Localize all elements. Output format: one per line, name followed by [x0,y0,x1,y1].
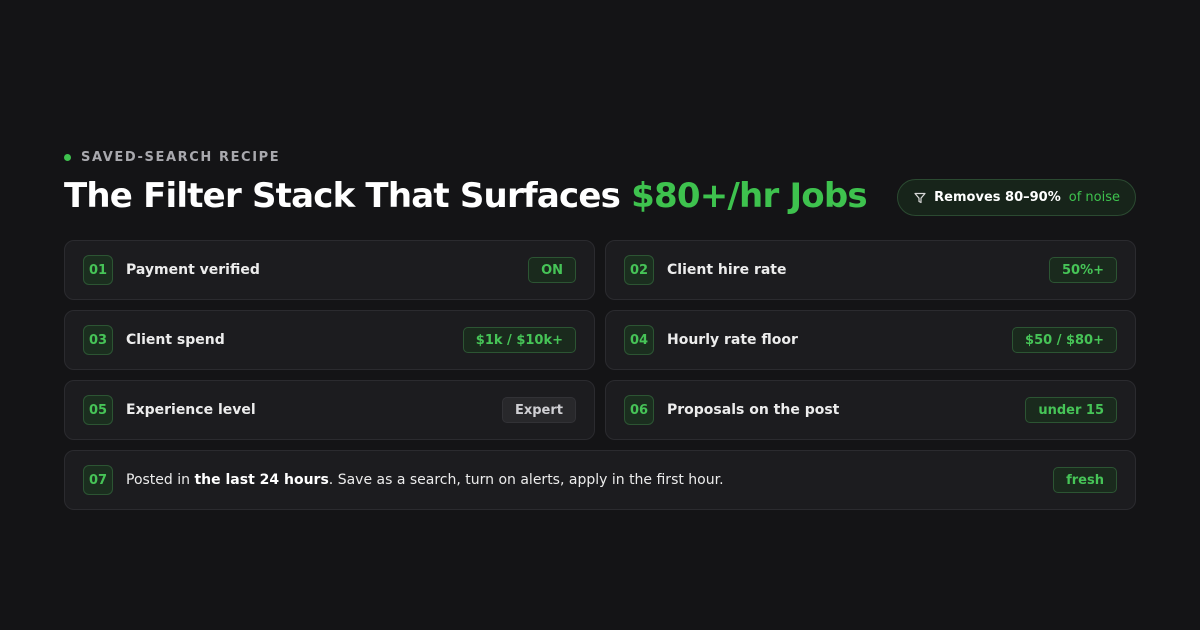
status-dot-icon [64,153,71,161]
filter-card-client-hire-rate: 02 Client hire rate 50%+ [605,240,1136,300]
step-number: 06 [624,395,654,425]
filter-card-posted-recency: 07 Posted in the last 24 hours. Save as … [64,450,1136,510]
filter-label: Client spend [126,332,225,348]
filter-label: Experience level [126,402,256,418]
filter-card-experience-level: 05 Experience level Expert [64,380,595,440]
title-main: The Filter Stack That Surfaces [64,176,632,216]
description-prefix: Posted in [126,472,195,488]
eyebrow: SAVED-SEARCH RECIPE [64,148,280,166]
eyebrow-label: SAVED-SEARCH RECIPE [81,149,281,165]
noise-reduction-badge: Removes 80–90% of noise [897,179,1136,216]
filter-description: Posted in the last 24 hours. Save as a s… [126,472,724,488]
filter-card-client-spend: 03 Client spend $1k / $10k+ [64,310,595,370]
filter-value-chip: Expert [501,397,576,423]
filter-value-chip: ON [528,257,576,283]
filter-label: Payment verified [126,262,260,278]
step-number: 03 [83,325,113,355]
filter-label: Client hire rate [667,262,787,278]
page-title: The Filter Stack That Surfaces $80+/hr J… [64,173,868,219]
filter-value-chip: fresh [1053,467,1117,493]
noise-badge-strong: Removes 80–90% [934,190,1061,205]
description-suffix: . Save as a search, turn on alerts, appl… [328,472,724,488]
description-emphasis: the last 24 hours [194,472,329,488]
filter-value-chip: under 15 [1025,397,1117,423]
filter-grid: 01 Payment verified ON 02 Client hire ra… [64,240,1136,510]
filter-card-payment-verified: 01 Payment verified ON [64,240,595,300]
recipe-page: SAVED-SEARCH RECIPE The Filter Stack Tha… [64,0,1136,630]
step-number: 01 [83,255,113,285]
filter-card-hourly-rate-floor: 04 Hourly rate floor $50 / $80+ [605,310,1136,370]
filter-value-chip: 50%+ [1048,257,1117,283]
filter-card-proposals: 06 Proposals on the post under 15 [605,380,1136,440]
step-number: 04 [624,325,654,355]
funnel-icon [914,192,926,204]
noise-badge-soft: of noise [1068,190,1120,205]
filter-label: Hourly rate floor [667,332,798,348]
filter-value-chip: $50 / $80+ [1012,327,1117,353]
filter-value-chip: $1k / $10k+ [462,327,576,353]
title-accent: $80+/hr Jobs [631,176,867,216]
filter-label: Proposals on the post [667,402,840,418]
step-number: 02 [624,255,654,285]
step-number: 07 [83,465,113,495]
step-number: 05 [83,395,113,425]
